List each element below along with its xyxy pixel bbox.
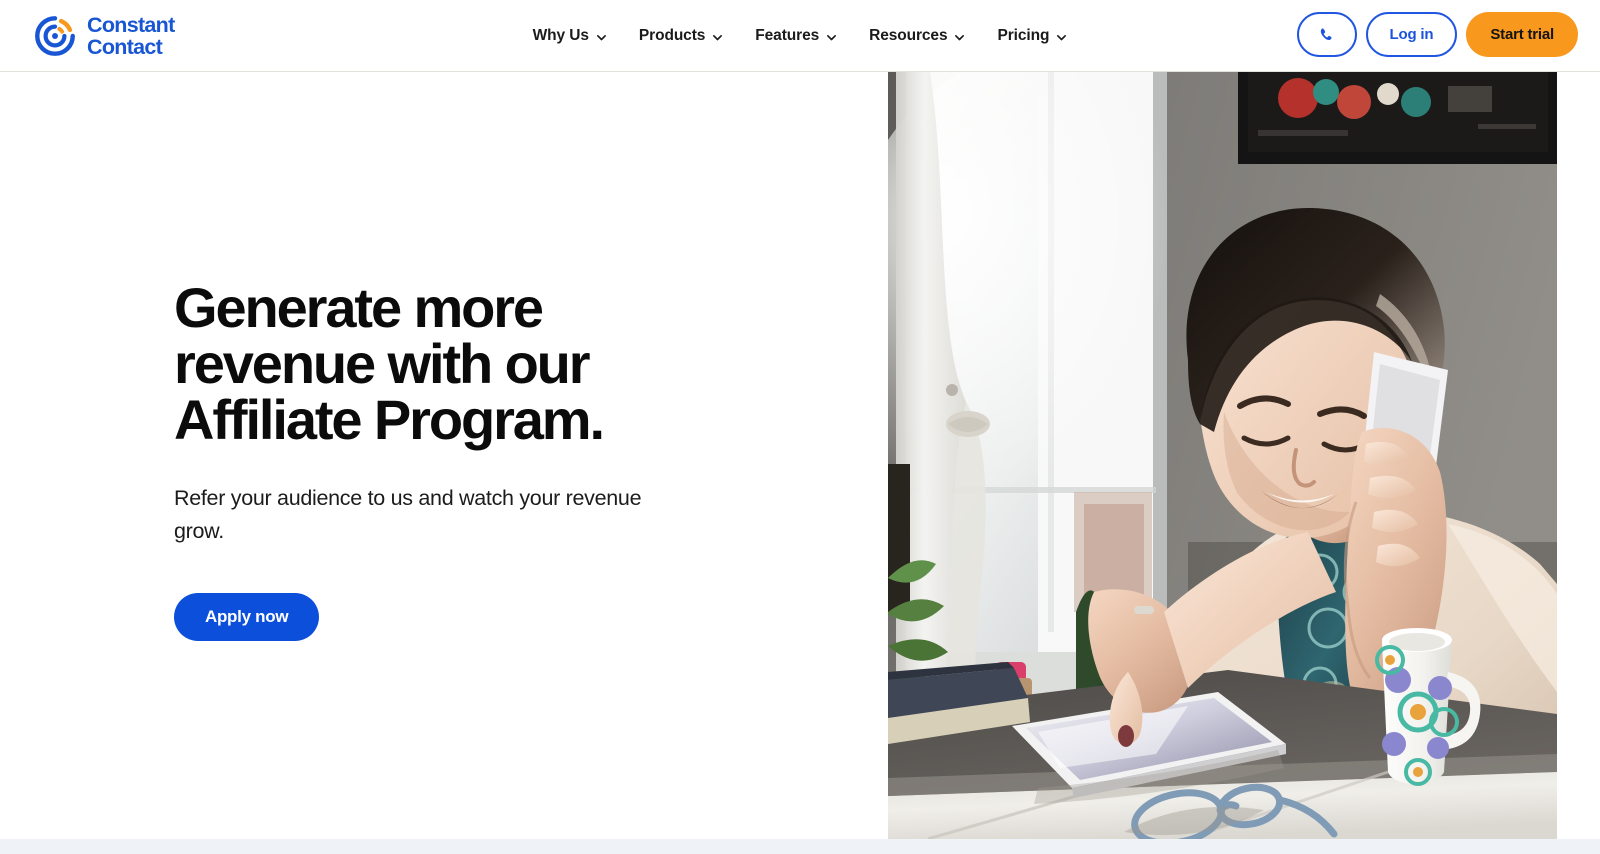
chevron-down-icon	[826, 32, 837, 43]
nav-label: Products	[638, 27, 706, 44]
hero-copy: Generate more revenue with our Affiliate…	[174, 280, 734, 641]
hero-image	[888, 72, 1557, 839]
phone-button[interactable]	[1296, 12, 1357, 57]
hero-subtitle: Refer your audience to us and watch your…	[174, 486, 642, 543]
nav-label: Why Us	[532, 27, 589, 44]
apply-now-button[interactable]: Apply now	[174, 593, 320, 641]
nav-item-pricing[interactable]: Pricing	[981, 27, 1083, 45]
nav-item-features[interactable]: Features	[739, 27, 853, 45]
phone-icon	[1318, 26, 1335, 43]
nav-item-products[interactable]: Products	[623, 27, 739, 45]
page-bottom-strip	[0, 839, 1600, 854]
nav-label: Features	[755, 27, 820, 44]
nav-label: Pricing	[997, 27, 1050, 44]
nav-item-why-us[interactable]: Why Us	[517, 27, 623, 45]
chevron-down-icon	[954, 32, 965, 43]
start-trial-button-label: Start trial	[1490, 26, 1554, 43]
chevron-down-icon	[596, 32, 607, 43]
chevron-down-icon	[1056, 32, 1067, 43]
start-trial-button[interactable]: Start trial	[1466, 12, 1578, 57]
login-button[interactable]: Log in	[1365, 12, 1458, 57]
nav-label: Resources	[869, 27, 948, 44]
site-header: Constant Contact Why Us Products Feature…	[0, 0, 1600, 72]
page-title: Generate more revenue with our Affiliate…	[174, 276, 605, 451]
hero-section: Generate more revenue with our Affiliate…	[0, 72, 1600, 839]
page-root: Constant Contact Why Us Products Feature…	[0, 0, 1600, 854]
apply-now-label: Apply now	[205, 607, 289, 626]
chevron-down-icon	[712, 32, 723, 43]
header-actions: Log in Start trial	[1296, 12, 1578, 57]
nav-item-resources[interactable]: Resources	[853, 27, 981, 45]
login-button-label: Log in	[1389, 26, 1434, 43]
